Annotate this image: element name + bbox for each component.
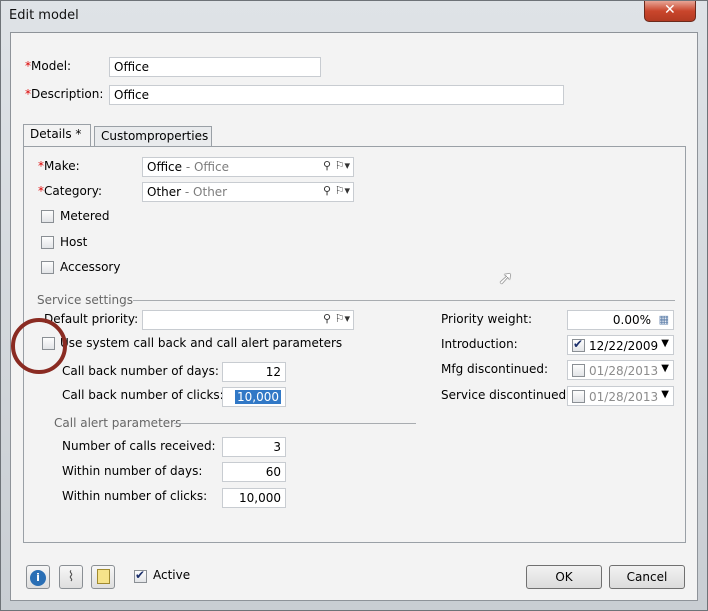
calls-received-input[interactable]: 3: [222, 437, 286, 457]
use-system-parameters-label: Use system call back and call alert para…: [60, 336, 343, 350]
close-button[interactable]: ✕: [644, 1, 696, 22]
callback-days-input[interactable]: 12: [222, 362, 286, 382]
metered-label: Metered: [60, 209, 110, 223]
service-settings-section: Service settings: [37, 293, 134, 307]
search-icon[interactable]: ⚲: [323, 159, 331, 172]
introduction-label: Introduction:: [441, 337, 518, 351]
info-icon: i: [30, 570, 46, 586]
edit-model-window: Edit model ✕ *Model: Office *Description…: [0, 0, 708, 611]
active-label: Active: [153, 568, 191, 582]
mouse-cursor-icon: ➚: [498, 268, 514, 289]
accessory-label: Accessory: [60, 260, 121, 274]
callback-days-label: Call back number of days:: [62, 364, 219, 378]
make-label: *Make:: [38, 159, 80, 173]
tab-details[interactable]: Details *: [23, 124, 91, 146]
host-label: Host: [60, 235, 88, 249]
mfg-discontinued-date: 01/28/2013: [589, 364, 659, 378]
mfg-discontinued-date-picker[interactable]: 01/28/2013 ▼: [567, 360, 674, 380]
service-discontinued-label: Service discontinued:: [441, 388, 571, 402]
section-divider: [133, 300, 675, 301]
default-priority-combo[interactable]: ⚲ ⚐▾: [142, 310, 354, 330]
default-priority-label: Default priority:: [44, 312, 139, 326]
notes-icon: [96, 569, 110, 584]
flag-dropdown-icon[interactable]: ⚐▾: [335, 184, 350, 197]
description-label: *Description:: [25, 87, 104, 101]
within-days-input[interactable]: 60: [222, 462, 286, 482]
info-button[interactable]: i: [26, 565, 50, 589]
attachment-icon: ⌇: [67, 569, 75, 585]
dialog-body: *Model: Office *Description: Office Deta…: [10, 32, 698, 601]
category-label: *Category:: [38, 184, 102, 198]
cancel-button[interactable]: Cancel: [609, 565, 685, 589]
service-discontinued-checkbox[interactable]: [572, 390, 585, 403]
priority-weight-input[interactable]: 0.00% ▦: [567, 310, 674, 330]
flag-dropdown-icon[interactable]: ⚐▾: [335, 159, 350, 172]
active-checkbox[interactable]: [134, 568, 147, 583]
flag-dropdown-icon[interactable]: ⚐▾: [335, 312, 350, 325]
introduction-date-picker[interactable]: 12/22/2009 ▼: [567, 335, 674, 355]
introduction-checkbox[interactable]: [572, 337, 585, 352]
calls-received-label: Number of calls received:: [62, 439, 216, 453]
description-input[interactable]: Office: [109, 85, 564, 105]
callback-clicks-input[interactable]: 10,000: [222, 387, 286, 407]
category-combo[interactable]: Other - Other ⚲ ⚐▾: [142, 182, 354, 202]
title-bar: Edit model ✕: [1, 1, 707, 31]
within-clicks-label: Within number of clicks:: [62, 489, 208, 503]
attachment-button[interactable]: ⌇: [59, 565, 83, 589]
within-days-label: Within number of days:: [62, 464, 203, 478]
tab-customproperties[interactable]: Customproperties: [94, 126, 212, 146]
search-icon[interactable]: ⚲: [323, 312, 331, 325]
notes-button[interactable]: [91, 565, 115, 589]
calendar-icon[interactable]: ▦: [659, 313, 669, 327]
highlight-circle-annotation: [11, 318, 67, 374]
callback-clicks-label: Call back number of clicks:: [62, 388, 224, 402]
host-checkbox[interactable]: [41, 236, 54, 249]
chevron-down-icon[interactable]: ▼: [661, 389, 669, 400]
priority-weight-label: Priority weight:: [441, 312, 533, 326]
mfg-discontinued-label: Mfg discontinued:: [441, 362, 549, 376]
close-icon: ✕: [664, 2, 676, 18]
ok-button[interactable]: OK: [526, 565, 602, 589]
metered-checkbox[interactable]: [41, 210, 54, 223]
search-icon[interactable]: ⚲: [323, 184, 331, 197]
make-combo[interactable]: Office - Office ⚲ ⚐▾: [142, 157, 354, 177]
model-label: *Model:: [25, 59, 72, 73]
chevron-down-icon[interactable]: ▼: [661, 338, 669, 349]
mfg-discontinued-checkbox[interactable]: [572, 364, 585, 377]
service-discontinued-date-picker[interactable]: 01/28/2013 ▼: [567, 386, 674, 406]
within-clicks-input[interactable]: 10,000: [222, 488, 286, 508]
accessory-checkbox[interactable]: [41, 261, 54, 274]
window-title: Edit model: [9, 8, 79, 23]
alert-divider: [174, 423, 416, 424]
chevron-down-icon[interactable]: ▼: [661, 363, 669, 374]
service-discontinued-date: 01/28/2013: [589, 390, 659, 404]
introduction-date: 12/22/2009: [589, 339, 659, 353]
call-alert-section: Call alert parameters: [54, 416, 182, 430]
model-input[interactable]: Office: [109, 57, 321, 77]
